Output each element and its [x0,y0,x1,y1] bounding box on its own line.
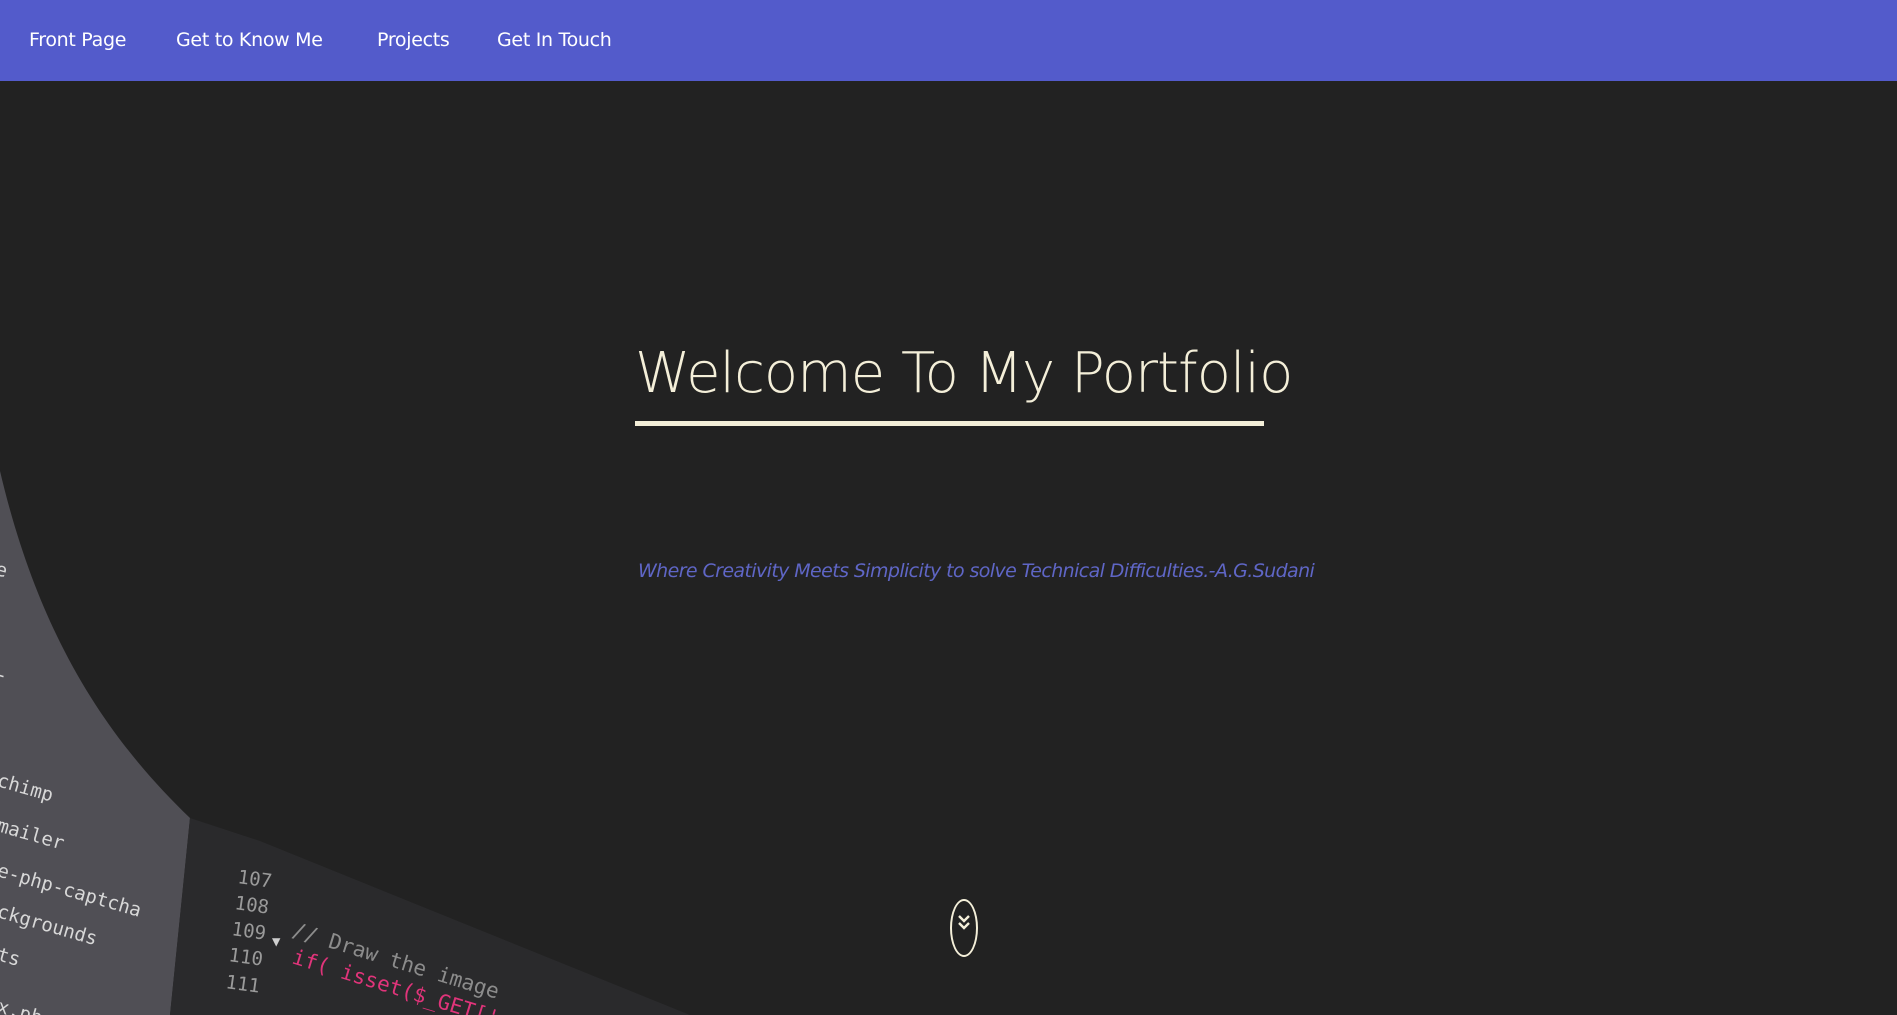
scroll-down-button[interactable] [950,899,978,957]
background-code-editor-image: e - chimp mailer e-php-captcha ckgrounds… [0,471,690,1015]
double-chevron-down-icon [958,915,970,930]
title-underline [635,421,1264,426]
top-navbar: Front Page Get to Know Me Projects Get I… [0,0,1897,81]
nav-link-projects[interactable]: Projects [377,29,450,51]
svg-text:▼: ▼ [272,934,281,950]
nav-link-front-page[interactable]: Front Page [29,29,126,51]
hero-section: e - chimp mailer e-php-captcha ckgrounds… [0,81,1897,1015]
nav-link-get-to-know-me[interactable]: Get to Know Me [176,29,323,51]
nav-link-get-in-touch[interactable]: Get In Touch [497,29,612,51]
tagline: Where Creativity Meets Simplicity to sol… [638,560,1315,582]
page-title: Welcome To My Portfolio [635,341,1293,406]
